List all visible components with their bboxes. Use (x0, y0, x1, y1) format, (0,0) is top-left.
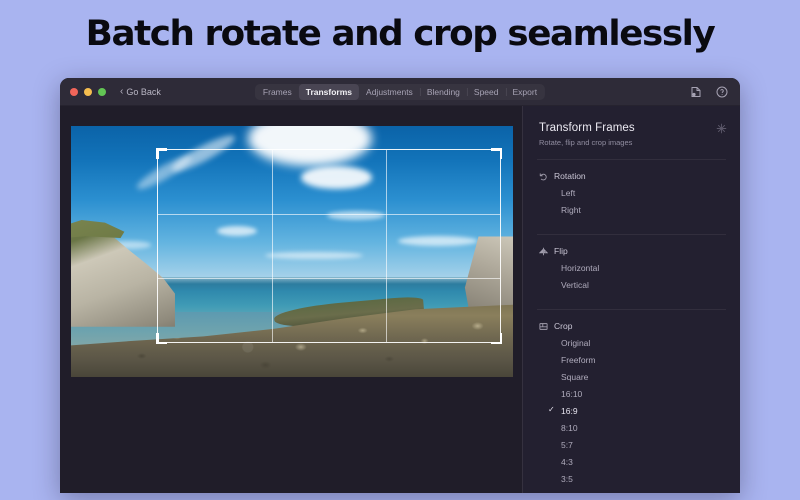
panel-subtitle: Rotate, flip and crop images (539, 138, 724, 147)
chevron-left-icon: ‹ (120, 87, 123, 97)
tab-speed[interactable]: Speed (467, 84, 506, 100)
cloud (301, 166, 372, 189)
tab-frames[interactable]: Frames (256, 84, 299, 100)
tab-blending[interactable]: Blending (420, 84, 467, 100)
app-screenshot: Batch rotate and crop seamlessly ‹ Go Ba… (0, 0, 800, 500)
flip-icon (539, 247, 548, 256)
section-rotation: Rotation Left Right (523, 160, 740, 222)
option-crop-original[interactable]: Original (523, 334, 740, 351)
sidebar-header: Transform Frames Rotate, flip and crop i… (523, 106, 740, 147)
section-label-rotation: Rotation (554, 171, 586, 181)
crop-icon (539, 322, 548, 331)
section-header-crop: Crop (523, 318, 740, 334)
tab-transforms[interactable]: Transforms (299, 84, 359, 100)
minimize-window-button[interactable] (84, 88, 92, 96)
section-crop: Crop Original Freeform Square 16:10 ✓ 16… (523, 310, 740, 493)
rotate-icon (539, 172, 548, 181)
traffic-lights (70, 88, 106, 96)
section-label-crop: Crop (554, 321, 572, 331)
option-crop-freeform[interactable]: Freeform (523, 351, 740, 368)
app-window: ‹ Go Back Frames Transforms Adjustments … (60, 78, 740, 493)
go-back-button[interactable]: ‹ Go Back (120, 87, 161, 97)
toolbar-tabs: Frames Transforms Adjustments Blending S… (255, 84, 545, 100)
toolbar-icons (691, 86, 728, 98)
tab-adjustments[interactable]: Adjustments (359, 84, 420, 100)
option-crop-16-9-label: 16:9 (561, 406, 578, 416)
option-crop-3-5[interactable]: 3:5 (523, 470, 740, 487)
panel-title: Transform Frames (539, 122, 724, 134)
option-crop-3-2[interactable]: 3:2 (523, 487, 740, 493)
section-flip: Flip Horizontal Vertical (523, 235, 740, 297)
go-back-label: Go Back (126, 87, 161, 97)
zoom-window-button[interactable] (98, 88, 106, 96)
window-body: Transform Frames Rotate, flip and crop i… (60, 106, 740, 493)
document-settings-icon[interactable] (691, 86, 702, 98)
transform-sidebar: Transform Frames Rotate, flip and crop i… (522, 106, 740, 493)
section-header-flip: Flip (523, 243, 740, 259)
help-circle-icon[interactable] (716, 86, 728, 98)
option-crop-16-9[interactable]: ✓ 16:9 (523, 402, 740, 419)
canvas-area[interactable] (60, 106, 522, 493)
option-crop-5-7[interactable]: 5:7 (523, 436, 740, 453)
section-label-flip: Flip (554, 246, 568, 256)
option-crop-4-3[interactable]: 4:3 (523, 453, 740, 470)
close-window-button[interactable] (70, 88, 78, 96)
option-flip-vertical[interactable]: Vertical (523, 276, 740, 293)
cloud (265, 252, 362, 260)
photo-image (71, 126, 513, 377)
option-crop-16-10[interactable]: 16:10 (523, 385, 740, 402)
option-rotate-right[interactable]: Right (523, 201, 740, 218)
option-crop-8-10[interactable]: 8:10 (523, 419, 740, 436)
page-headline: Batch rotate and crop seamlessly (0, 14, 800, 54)
sparkle-icon[interactable] (716, 121, 727, 139)
option-flip-horizontal[interactable]: Horizontal (523, 259, 740, 276)
section-header-rotation: Rotation (523, 168, 740, 184)
check-icon: ✓ (548, 405, 555, 414)
option-rotate-left[interactable]: Left (523, 184, 740, 201)
window-titlebar: ‹ Go Back Frames Transforms Adjustments … (60, 78, 740, 106)
photo-frame[interactable] (71, 126, 513, 377)
tab-export[interactable]: Export (506, 84, 545, 100)
option-crop-square[interactable]: Square (523, 368, 740, 385)
